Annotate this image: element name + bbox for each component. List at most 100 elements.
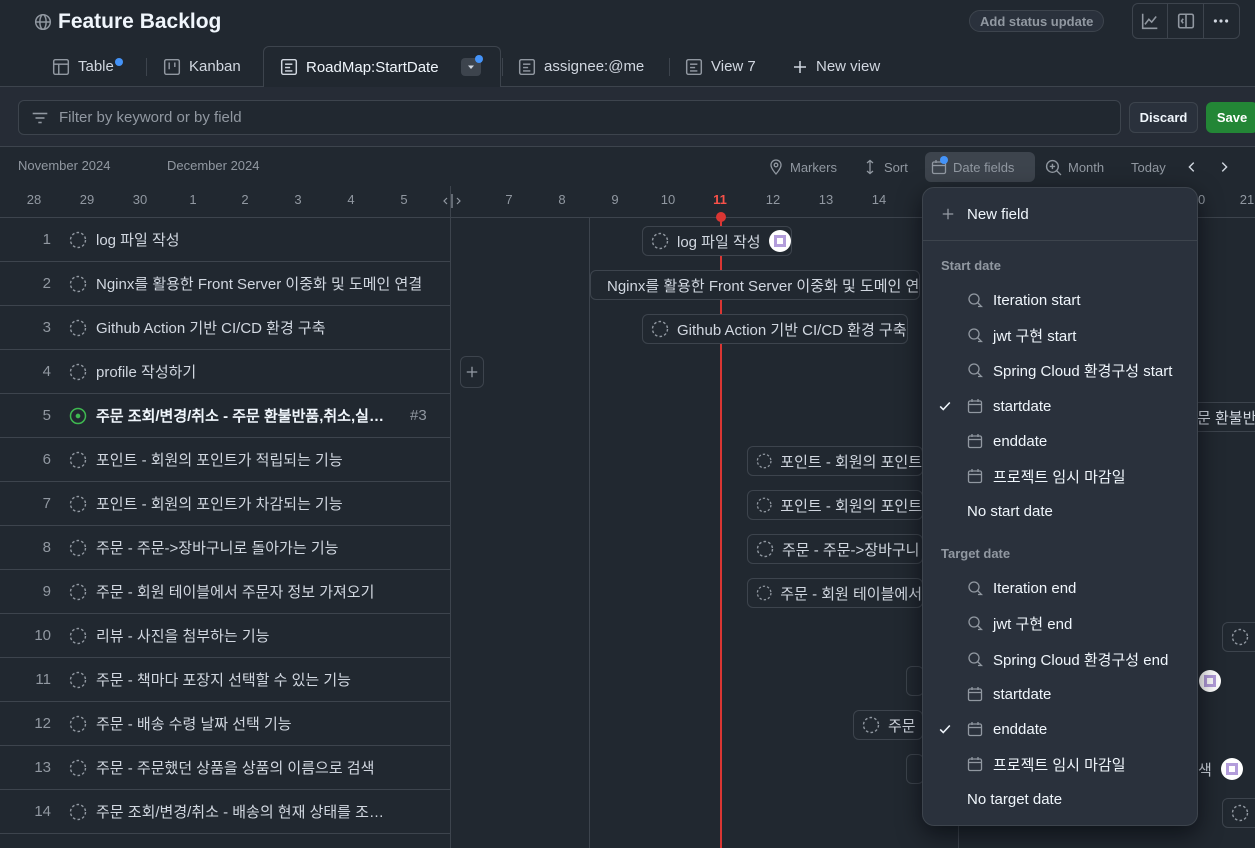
tab-label: New view <box>816 58 881 75</box>
table-row[interactable]: 5 주문 조회/변경/취소 - 주문 환불반품,취소,실패... #3 <box>0 394 451 438</box>
item-title[interactable]: 포인트 - 회원의 포인트가 적립되는 기능 <box>96 449 343 470</box>
table-row[interactable]: 2 Nginx를 활용한 Front Server 이중화 및 도메인 연결 <box>0 262 451 306</box>
new-view-button[interactable]: New view <box>792 46 880 87</box>
roadmap-item-bar[interactable]: Nginx를 활용한 Front Server 이중화 및 도메인 연결 <box>590 270 920 300</box>
page-title[interactable]: Feature Backlog <box>58 10 221 34</box>
tab-table[interactable]: Table <box>52 46 123 87</box>
chevron-down-icon[interactable] <box>460 55 483 76</box>
roadmap-item-bar[interactable] <box>1222 622 1255 652</box>
table-icon <box>52 58 70 76</box>
issue-number[interactable]: #3 <box>410 407 427 424</box>
item-title[interactable]: Github Action 기반 CI/CD 환경 구축 <box>96 317 326 338</box>
target-spring-cloud-option[interactable]: Spring Cloud 환경구성 end <box>923 642 1197 676</box>
unsaved-dot <box>115 58 123 66</box>
item-title[interactable]: profile 작성하기 <box>96 361 196 382</box>
item-title[interactable]: 주문 조회/변경/취소 - 주문 환불반품,취소,실패... <box>96 405 392 426</box>
save-button[interactable]: Save <box>1206 102 1255 133</box>
bar-label: Nginx를 활용한 Front Server 이중화 및 도메인 연결 <box>607 277 920 295</box>
date-fields-button[interactable]: Date fields <box>925 152 1035 182</box>
start-spring-cloud-option[interactable]: Spring Cloud 환경구성 start <box>923 353 1197 387</box>
filter-placeholder: Filter by keyword or by field <box>59 109 242 126</box>
table-row[interactable]: 6 포인트 - 회원의 포인트가 적립되는 기능 <box>0 438 451 482</box>
sort-button[interactable]: Sort <box>862 152 908 182</box>
start-deadline-option[interactable]: 프로젝트 임시 마감일 <box>923 459 1197 493</box>
iteration-icon <box>967 580 993 596</box>
table-row[interactable]: 8 주문 - 주문->장바구니로 돌아가는 기능 <box>0 526 451 570</box>
tab-kanban[interactable]: Kanban <box>163 46 241 87</box>
day-number: 30 <box>132 192 148 207</box>
start-startdate-option[interactable]: startdate <box>923 389 1197 423</box>
start-iteration-option[interactable]: Iteration start <box>923 283 1197 317</box>
chevron-left-icon[interactable] <box>1185 152 1199 182</box>
row-number: 6 <box>42 451 51 468</box>
table-row[interactable]: 12 주문 - 배송 수령 날짜 선택 기능 <box>0 702 451 746</box>
item-title[interactable]: 주문 - 회원 테이블에서 주문자 정보 가져오기 <box>96 581 374 602</box>
column-resize-handle[interactable] <box>443 193 461 209</box>
header-icon-group <box>1132 3 1240 39</box>
table-row[interactable]: 1 log 파일 작성 <box>0 218 451 262</box>
item-title[interactable]: 주문 - 책마다 포장지 선택할 수 있는 기능 <box>96 669 351 690</box>
add-status-update-button[interactable]: Add status update <box>969 10 1105 32</box>
table-row[interactable]: 4 profile 작성하기 <box>0 350 451 394</box>
avatar[interactable] <box>1221 758 1243 780</box>
start-jwt-option[interactable]: jwt 구현 start <box>923 318 1197 352</box>
item-title[interactable]: Nginx를 활용한 Front Server 이중화 및 도메인 연결 <box>96 273 422 294</box>
table-row[interactable]: 3 Github Action 기반 CI/CD 환경 구축 <box>0 306 451 350</box>
chevron-right-icon[interactable] <box>1217 152 1231 182</box>
roadmap-item-bar[interactable]: 포인트 - 회원의 포인트 <box>747 490 923 520</box>
avatar[interactable] <box>1199 670 1221 692</box>
roadmap-item-bar[interactable] <box>1222 798 1255 828</box>
table-row[interactable]: 7 포인트 - 회원의 포인트가 차감되는 기능 <box>0 482 451 526</box>
target-enddate-option[interactable]: enddate <box>923 712 1197 746</box>
roadmap-item-bar[interactable]: 포인트 - 회원의 포인트 <box>747 446 923 476</box>
calendar-icon <box>931 156 948 175</box>
markers-button[interactable]: Markers <box>768 152 837 182</box>
new-field-item[interactable]: New field <box>923 197 1197 231</box>
table-row[interactable]: 13 주문 - 주문했던 상품을 상품의 이름으로 검색 <box>0 746 451 790</box>
target-jwt-option[interactable]: jwt 구현 end <box>923 606 1197 640</box>
table-row[interactable]: 10 리뷰 - 사진을 첨부하는 기능 <box>0 614 451 658</box>
discard-button[interactable]: Discard <box>1129 102 1198 133</box>
roadmap-item-bar[interactable]: 주문 <box>853 710 923 740</box>
draft-issue-icon <box>69 451 87 468</box>
today-button[interactable]: Today <box>1131 152 1166 182</box>
roadmap-item-bar[interactable]: 문 환불반품 <box>1192 402 1255 432</box>
draft-issue-icon <box>651 232 669 250</box>
table-row[interactable]: 9 주문 - 회원 테이블에서 주문자 정보 가져오기 <box>0 570 451 614</box>
item-title[interactable]: 포인트 - 회원의 포인트가 차감되는 기능 <box>96 493 343 514</box>
roadmap-item-bar[interactable]: 주문 - 주문->장바구니 <box>747 534 923 564</box>
draft-issue-icon <box>69 715 87 732</box>
more-icon[interactable] <box>1204 4 1239 38</box>
tab-assignee[interactable]: assignee:@me <box>518 46 644 87</box>
graph-icon[interactable] <box>1133 4 1169 38</box>
item-title[interactable]: 주문 조회/변경/취소 - 배송의 현재 상태를 조회기능 <box>96 801 396 822</box>
target-deadline-option[interactable]: 프로젝트 임시 마감일 <box>923 747 1197 781</box>
roadmap-item-bar[interactable]: 주문 - 회원 테이블에서 <box>747 578 923 608</box>
target-startdate-option[interactable]: startdate <box>923 677 1197 711</box>
sidebar-icon[interactable] <box>1168 4 1204 38</box>
item-title[interactable]: 주문 - 주문->장바구니로 돌아가는 기능 <box>96 537 338 558</box>
draft-issue-icon <box>69 319 87 336</box>
iteration-icon <box>967 292 993 308</box>
filter-input[interactable]: Filter by keyword or by field <box>18 100 1121 135</box>
avatar[interactable] <box>768 230 791 252</box>
item-title[interactable]: log 파일 작성 <box>96 229 180 250</box>
start-enddate-option[interactable]: enddate <box>923 424 1197 458</box>
day-number: 14 <box>871 192 887 207</box>
table-row[interactable]: 11 주문 - 책마다 포장지 선택할 수 있는 기능 <box>0 658 451 702</box>
item-title[interactable]: 주문 - 배송 수령 날짜 선택 기능 <box>96 713 292 734</box>
table-row[interactable]: 14 주문 조회/변경/취소 - 배송의 현재 상태를 조회기능 <box>0 790 451 834</box>
no-start-date-option[interactable]: No start date <box>923 494 1197 528</box>
roadmap-item-bar[interactable]: log 파일 작성 <box>642 226 792 256</box>
tab-roadmap-startdate[interactable]: RoadMap:StartDate <box>263 46 501 88</box>
tab-view-7[interactable]: View 7 <box>685 46 756 87</box>
item-title[interactable]: 리뷰 - 사진을 첨부하는 기능 <box>96 625 269 646</box>
month-zoom-button[interactable]: Month <box>1045 152 1104 182</box>
item-title[interactable]: 주문 - 주문했던 상품을 상품의 이름으로 검색 <box>96 757 374 778</box>
bar-label: 주문 <box>888 717 916 735</box>
roadmap-item-bar[interactable]: Github Action 기반 CI/CD 환경 구축 <box>642 314 908 344</box>
add-date-button[interactable] <box>460 356 484 388</box>
no-target-date-option[interactable]: No target date <box>923 782 1197 816</box>
target-iteration-option[interactable]: Iteration end <box>923 571 1197 605</box>
row-number: 1 <box>42 231 51 248</box>
